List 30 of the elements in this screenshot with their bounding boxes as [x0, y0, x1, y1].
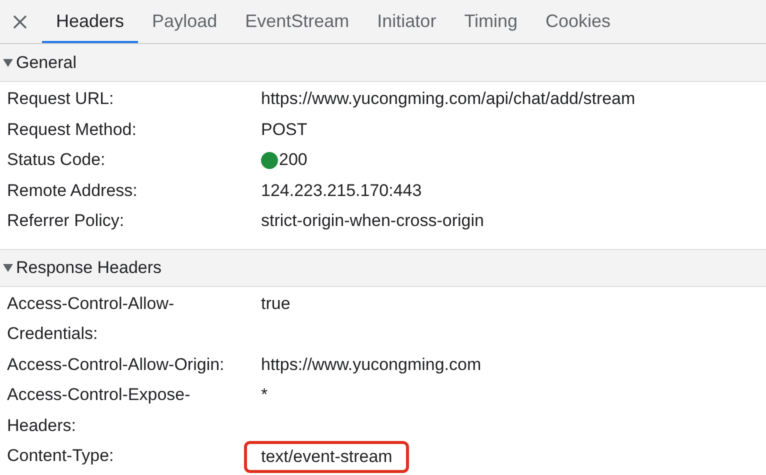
section-header[interactable]: General: [0, 44, 766, 82]
header-value: POST: [261, 118, 308, 140]
section-header[interactable]: Response Headers: [0, 248, 766, 286]
close-icon[interactable]: [12, 14, 28, 30]
header-name: Status Code:: [6, 149, 106, 171]
header-value: https://www.yucongming.com/api/chat/add/stream: [261, 88, 636, 110]
tab[interactable]: Timing: [450, 0, 532, 43]
tab[interactable]: Initiator: [363, 0, 450, 43]
expanded-triangle-icon[interactable]: [3, 58, 13, 68]
header-value: true: [261, 292, 290, 314]
header-name: Access-Control-Allow-Credentials:: [6, 292, 176, 345]
header-name: Content-Type:: [6, 445, 115, 467]
header-name: Request URL:: [6, 88, 115, 110]
header-value: 200: [279, 149, 308, 171]
expanded-triangle-icon[interactable]: [3, 262, 13, 272]
header-name: Referrer Policy:: [6, 210, 126, 232]
header-name: Request Method:: [6, 118, 138, 140]
tab[interactable]: Cookies: [532, 0, 625, 43]
section-title: Response Headers: [16, 256, 162, 279]
header-value: https://www.yucongming.com: [261, 354, 482, 376]
tab[interactable]: Payload: [138, 0, 232, 43]
header-name: Access-Control-Expose-Headers:: [6, 384, 192, 436]
tab[interactable]: EventStream: [231, 0, 364, 43]
header-value: 124.223.215.170:443: [261, 180, 422, 202]
header-value: strict-origin-when-cross-origin: [261, 210, 484, 232]
header-name: Access-Control-Allow-Origin:: [6, 354, 226, 376]
header-name: Remote Address:: [6, 180, 138, 202]
header-value: text/event-stream: [244, 441, 410, 473]
header-value: *: [261, 384, 268, 406]
section-title: General: [16, 52, 76, 74]
